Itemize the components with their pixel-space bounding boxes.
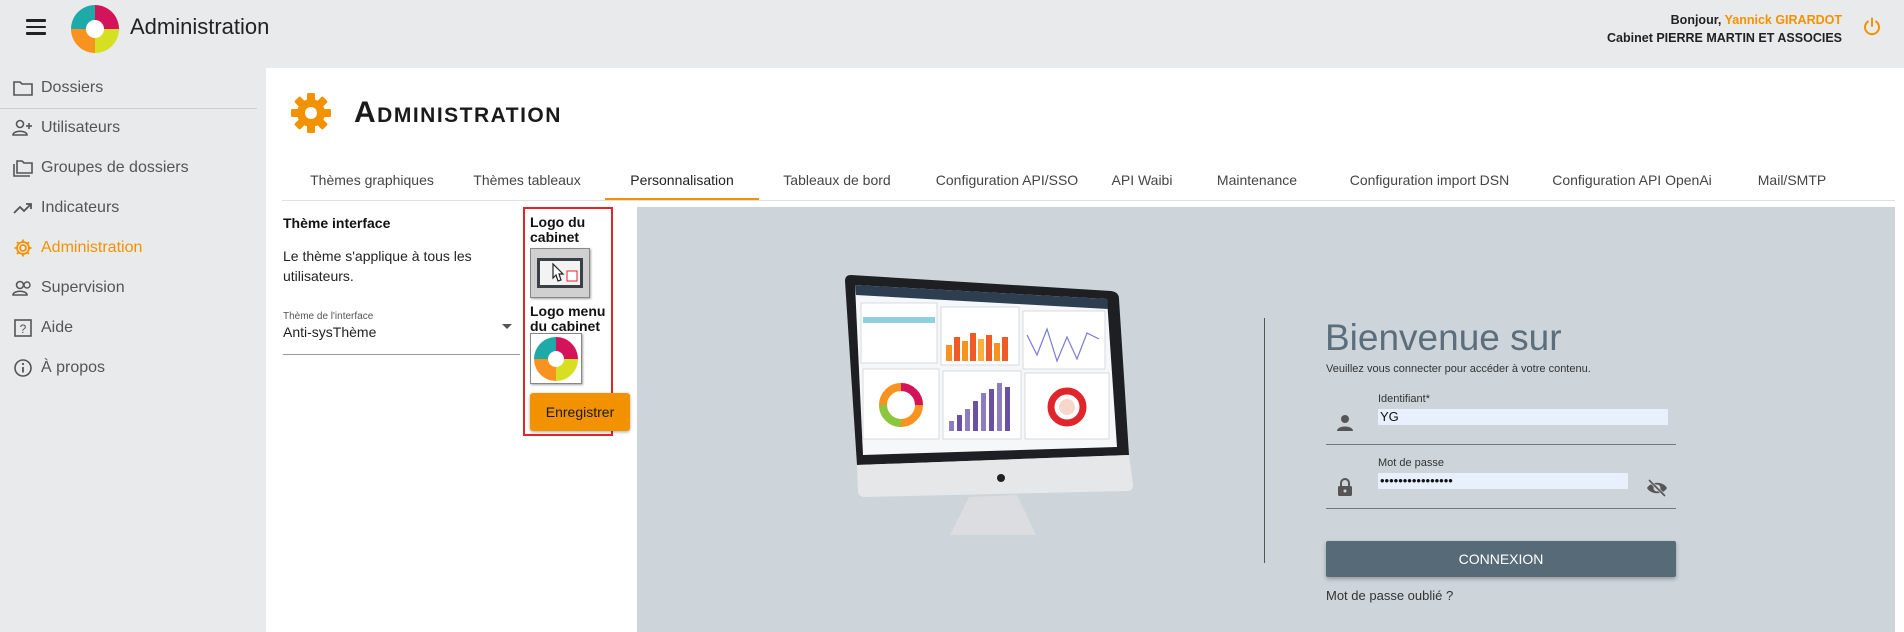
sidebar-item-groupes[interactable]: Groupes de dossiers	[0, 148, 266, 188]
power-icon[interactable]	[1862, 17, 1882, 37]
gear-icon	[291, 93, 331, 133]
cabinet-logo-thumbnail[interactable]	[530, 248, 590, 298]
login-label: Identifiant*	[1378, 393, 1430, 405]
tab-configuration-api-openai[interactable]: Configuration API OpenAi	[1542, 160, 1722, 200]
top-bar: Administration Bonjour, Yannick GIRARDOT…	[0, 0, 1904, 56]
tab-bar: Thèmes graphiques Thèmes tableaux Person…	[282, 160, 1895, 201]
add-user-icon	[12, 117, 34, 139]
login-input[interactable]: YG	[1378, 409, 1668, 425]
cabinet-logo-image	[531, 249, 589, 297]
theme-heading: Thème interface	[283, 215, 391, 231]
lock-icon	[1338, 478, 1352, 496]
company-name: Cabinet PIERRE MARTIN ET ASSOCIES	[1607, 31, 1842, 45]
main-panel: Administration Thèmes graphiques Thèmes …	[266, 68, 1904, 632]
preview-divider	[1264, 318, 1265, 563]
info-icon	[12, 357, 34, 379]
tab-api-waibi[interactable]: API Waibi	[1102, 160, 1182, 200]
dropdown-arrow-icon	[502, 324, 512, 329]
login-field[interactable]: Identifiant* YG	[1326, 393, 1676, 445]
sidebar: Dossiers Utilisateurs Groupes de dossier…	[0, 68, 266, 388]
theme-select-label: Thème de l'interface	[283, 311, 374, 322]
folder-icon	[12, 77, 34, 99]
sidebar-item-utilisateurs[interactable]: Utilisateurs	[0, 108, 266, 148]
user-name: Yannick GIRARDOT	[1724, 13, 1842, 27]
sidebar-item-indicateurs[interactable]: Indicateurs	[0, 188, 266, 228]
password-input[interactable]: ••••••••••••••••	[1378, 473, 1628, 489]
login-preview: Bienvenue sur Veuillez vous connecter po…	[637, 207, 1895, 632]
password-label: Mot de passe	[1378, 457, 1445, 469]
sidebar-item-aide[interactable]: ? Aide	[0, 308, 266, 348]
sidebar-item-supervision[interactable]: Supervision	[0, 268, 266, 308]
tab-themes-graphiques[interactable]: Thèmes graphiques	[302, 160, 442, 200]
user-info: Bonjour, Yannick GIRARDOT Cabinet PIERRE…	[1607, 11, 1842, 47]
monitor-image	[845, 275, 1133, 535]
gear-icon	[12, 237, 34, 259]
logo-panel: Logo du cabinet Logo menu du cabinet Enr…	[523, 207, 630, 436]
sidebar-item-a-propos[interactable]: À propos	[0, 348, 266, 388]
connect-button[interactable]: CONNEXION	[1326, 541, 1676, 577]
active-tab-indicator	[605, 198, 759, 200]
menu-icon[interactable]	[26, 19, 46, 35]
greeting: Bonjour,	[1670, 13, 1722, 27]
menu-logo-image	[534, 337, 578, 381]
password-field[interactable]: Mot de passe ••••••••••••••••	[1326, 457, 1676, 509]
forgot-password-link[interactable]: Mot de passe oublié ?	[1326, 588, 1453, 603]
tab-themes-tableaux[interactable]: Thèmes tableaux	[462, 160, 592, 200]
sidebar-item-label: Groupes de dossiers	[41, 159, 189, 176]
sidebar-item-label: Administration	[41, 239, 143, 256]
tab-personnalisation[interactable]: Personnalisation	[605, 160, 759, 200]
theme-select-value: Anti-sysThème	[283, 324, 377, 340]
welcome-title: Bienvenue sur	[1325, 317, 1562, 358]
sidebar-item-label: Utilisateurs	[41, 119, 121, 136]
tab-configuration-import-dsn[interactable]: Configuration import DSN	[1337, 160, 1522, 200]
sidebar-item-label: Aide	[41, 319, 74, 336]
app-logo	[71, 5, 119, 53]
menu-logo-label: Logo menu du cabinet	[530, 303, 606, 334]
svg-text:?: ?	[20, 322, 27, 336]
tab-configuration-api-sso[interactable]: Configuration API/SSO	[932, 160, 1082, 200]
tab-maintenance[interactable]: Maintenance	[1202, 160, 1312, 200]
tab-mail-smtp[interactable]: Mail/SMTP	[1742, 160, 1842, 200]
trend-icon	[12, 197, 34, 219]
users-icon	[12, 277, 34, 299]
person-icon	[1337, 415, 1353, 431]
theme-select[interactable]: Thème de l'interface Anti-sysThème	[283, 311, 520, 355]
sidebar-item-label: À propos	[41, 359, 106, 376]
sidebar-item-label: Indicateurs	[41, 199, 120, 216]
sidebar-item-label: Dossiers	[41, 79, 104, 96]
page-title: Administration	[354, 96, 562, 129]
sidebar-item-label: Supervision	[41, 279, 125, 296]
theme-description: Le thème s'applique à tous les utilisate…	[283, 248, 472, 284]
help-icon: ?	[12, 317, 34, 339]
folders-icon	[12, 157, 34, 179]
save-button[interactable]: Enregistrer	[530, 393, 630, 431]
app-title: Administration	[130, 14, 270, 39]
menu-logo-thumbnail[interactable]	[530, 333, 582, 384]
sidebar-item-administration[interactable]: Administration	[0, 228, 266, 268]
cabinet-logo-label: Logo du cabinet	[530, 214, 586, 245]
eye-off-icon[interactable]	[1646, 479, 1668, 497]
sidebar-item-dossiers[interactable]: Dossiers	[0, 68, 266, 109]
tab-tableaux-de-bord[interactable]: Tableaux de bord	[772, 160, 902, 200]
welcome-subtitle: Veuillez vous connecter pour accéder à v…	[1326, 363, 1591, 375]
